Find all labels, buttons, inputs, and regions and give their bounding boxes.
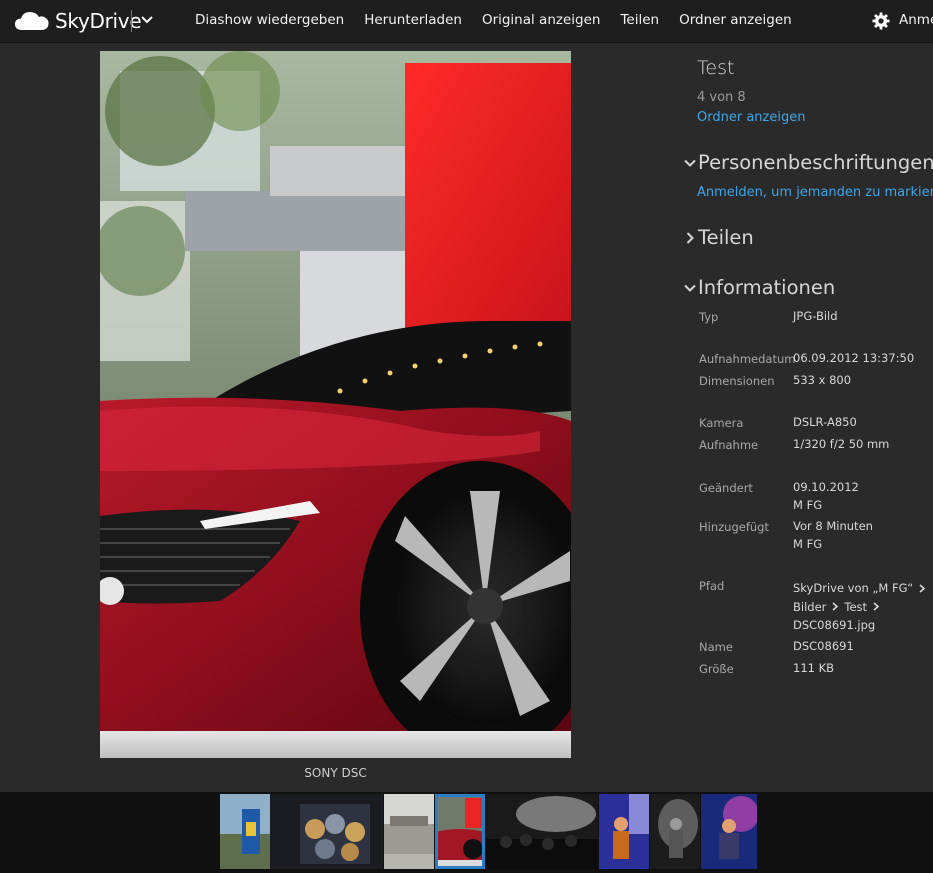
chevron-down-icon[interactable] [140, 13, 154, 27]
section-information[interactable]: Informationen [684, 276, 835, 299]
info-label: Geändert [699, 481, 753, 495]
command-bar: Diashow wiedergeben Herunterladen Origin… [195, 12, 812, 28]
chevron-down-icon [684, 159, 696, 167]
chevron-right-icon [832, 602, 839, 611]
album-title: Test [697, 57, 735, 79]
info-label: Typ [699, 310, 719, 324]
changed-date: 09.10.2012 [793, 480, 859, 494]
thumbnail[interactable] [486, 794, 598, 869]
info-value: 06.09.2012 13:37:50 [793, 351, 915, 365]
info-label: Hinzugefügt [699, 520, 769, 534]
view-original-button[interactable]: Original anzeigen [482, 12, 601, 28]
thumbnail-image [599, 794, 649, 869]
thumbnail[interactable] [650, 794, 700, 869]
thumbnail-image [435, 794, 485, 869]
thumbnail[interactable] [220, 794, 270, 869]
share-button[interactable]: Teilen [620, 12, 659, 28]
cloud-icon [15, 12, 49, 30]
path-folders: Bilder Test [793, 598, 926, 617]
path-segment: SkyDrive von „M FG“ [793, 581, 914, 595]
path-file: DSC08691.jpg [793, 618, 876, 632]
info-value: 533 x 800 [793, 373, 852, 387]
info-value: 111 KB [793, 661, 835, 675]
car-photo-image [100, 51, 571, 758]
chevron-right-icon [873, 602, 880, 611]
info-value: 09.10.2012 M FG [793, 479, 859, 514]
chevron-right-icon [919, 584, 926, 593]
info-value: DSC08691 [793, 639, 854, 653]
section-title: Personenbeschriftungen [698, 151, 933, 174]
path-breadcrumb: SkyDrive von „M FG“ Bilder Test DSC08691… [793, 579, 926, 635]
section-people-tags[interactable]: Personenbeschriftungen [684, 151, 933, 174]
gear-icon[interactable] [872, 12, 890, 30]
app-name: SkyDrive [55, 9, 142, 33]
info-label: Aufnahme [699, 438, 759, 452]
path-root-link[interactable]: SkyDrive von „M FG“ [793, 579, 926, 598]
slideshow-button[interactable]: Diashow wiedergeben [195, 12, 344, 28]
section-title: Informationen [698, 276, 836, 299]
thumbnail[interactable] [599, 794, 649, 869]
info-value: 1/320 f/2 50 mm [793, 437, 890, 451]
open-folder-link[interactable]: Ordner anzeigen [697, 110, 805, 125]
thumbnail[interactable] [384, 794, 434, 869]
top-bar: SkyDrive Diashow wiedergeben Herunterlad… [0, 0, 933, 43]
thumbnail-image [486, 794, 598, 869]
changed-by: M FG [793, 497, 823, 512]
thumbnail-image [650, 794, 700, 869]
download-button[interactable]: Herunterladen [364, 12, 462, 28]
info-value: JPG-Bild [793, 309, 838, 323]
thumbnail-image [270, 794, 383, 869]
info-label: Kamera [699, 416, 744, 430]
info-label: Name [699, 640, 733, 654]
photo-caption: SONY DSC [304, 766, 367, 780]
photo-position: 4 von 8 [697, 90, 746, 105]
info-value: DSLR-A850 [793, 415, 857, 429]
signin-link[interactable]: Anme [899, 12, 933, 28]
path-segment[interactable]: Test [844, 598, 867, 617]
chevron-right-icon [686, 231, 694, 244]
main-photo[interactable] [100, 51, 571, 758]
skydrive-logo[interactable]: SkyDrive [14, 8, 142, 34]
filmstrip [0, 792, 933, 873]
path-segment[interactable]: Bilder [793, 598, 826, 617]
thumbnail-image [384, 794, 434, 869]
thumbnail-image [220, 794, 270, 869]
section-title: Teilen [698, 226, 754, 249]
chevron-down-icon [684, 284, 696, 292]
added-date: Vor 8 Minuten [793, 519, 873, 533]
info-label: Pfad [699, 579, 725, 593]
info-label: Aufnahmedatum [699, 352, 796, 366]
info-label: Dimensionen [699, 374, 775, 388]
thumbnail-image [701, 794, 757, 869]
added-by: M FG [793, 536, 823, 551]
thumbnail[interactable] [270, 794, 383, 869]
info-label: Größe [699, 662, 734, 676]
section-share[interactable]: Teilen [684, 226, 754, 249]
signin-tag-link[interactable]: Anmelden, um jemanden zu markieren [697, 185, 933, 200]
open-folder-button[interactable]: Ordner anzeigen [679, 12, 792, 28]
info-value: Vor 8 Minuten M FG [793, 518, 873, 553]
thumbnail[interactable] [701, 794, 757, 869]
thumbnail-selected[interactable] [435, 794, 485, 869]
divider [131, 10, 132, 32]
